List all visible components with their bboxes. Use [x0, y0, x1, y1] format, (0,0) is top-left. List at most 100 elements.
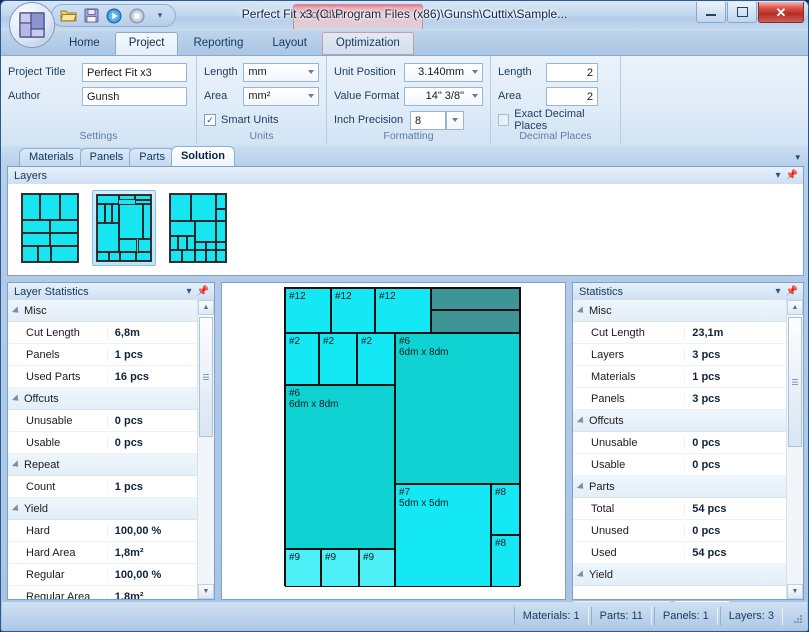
checkbox-smart-units[interactable]: ✓ — [204, 114, 216, 126]
diagram-part[interactable]: #12 — [375, 288, 431, 333]
document-tab-solution[interactable]: Solution — [170, 146, 235, 166]
checkbox-exact-decimal-places[interactable] — [498, 114, 510, 126]
stat-row[interactable]: Hard Area 1,8m² — [8, 542, 198, 564]
scroll-up-icon[interactable]: ▲ — [198, 300, 214, 315]
expand-triangle-icon[interactable] — [11, 459, 22, 470]
combo-length[interactable]: mm — [243, 62, 319, 82]
minimize-button[interactable] — [696, 2, 726, 23]
stat-row[interactable]: Used 54 pcs — [573, 542, 787, 564]
diagram-part[interactable] — [431, 310, 520, 333]
stat-category-row[interactable]: Offcuts — [8, 388, 198, 410]
diagram-part[interactable]: #12 — [285, 288, 331, 333]
stat-row[interactable]: Layers 3 pcs — [573, 344, 787, 366]
inch-precision-dropdown-button[interactable] — [446, 110, 464, 130]
ribbon-tab-project[interactable]: Project — [114, 32, 179, 55]
diagram-part[interactable]: #2 — [319, 333, 357, 385]
combo-unit-position[interactable]: 3.140mm — [404, 62, 483, 82]
expand-triangle-icon[interactable] — [576, 569, 587, 580]
expand-triangle-icon[interactable] — [11, 503, 22, 514]
stat-category-row[interactable]: Yield — [573, 564, 787, 586]
stop-icon[interactable] — [127, 6, 147, 25]
stat-category-row[interactable]: Parts — [573, 476, 787, 498]
application-menu-button[interactable] — [9, 2, 55, 48]
pin-icon[interactable]: 📌 — [785, 170, 799, 181]
stat-category-row[interactable]: Repeat — [8, 454, 198, 476]
layer-thumbnail-1[interactable] — [18, 190, 82, 266]
document-tab-panels[interactable]: Panels — [79, 148, 134, 166]
stat-category-row[interactable]: Offcuts — [573, 410, 787, 432]
maximize-button[interactable] — [727, 2, 757, 23]
scroll-down-icon[interactable]: ▼ — [198, 584, 214, 599]
document-tab-materials[interactable]: Materials — [19, 148, 84, 166]
diagram-part[interactable]: #9 — [359, 549, 395, 587]
stat-row[interactable]: Hard 100,00 % — [8, 520, 198, 542]
diagram-part[interactable]: #8 — [491, 484, 520, 535]
input-inch-precision[interactable]: 8 — [410, 110, 446, 130]
stat-row[interactable]: Cut Length 6,8m — [8, 322, 198, 344]
scrollbar-thumb[interactable]: ☰ — [199, 317, 213, 437]
statistics-scrollbar[interactable]: ▲ ☰ ▼ — [786, 300, 803, 599]
doc-tab-overflow-icon[interactable]: ▾ — [795, 152, 800, 163]
expand-triangle-icon[interactable] — [576, 415, 587, 426]
ribbon-tab-home[interactable]: Home — [55, 32, 114, 55]
ribbon-tab-optimization[interactable]: Optimization — [321, 32, 414, 55]
diagram-part[interactable]: #2 — [285, 333, 319, 385]
input-author[interactable]: Gunsh — [82, 86, 187, 106]
scrollbar-thumb[interactable]: ☰ — [788, 317, 802, 447]
panel-menu-icon[interactable]: ▾ — [771, 286, 785, 297]
stat-category-row[interactable]: Misc — [8, 300, 198, 322]
combo-area[interactable]: mm² — [243, 86, 319, 106]
expand-triangle-icon[interactable] — [576, 481, 587, 492]
qat-dropdown-icon[interactable]: ▾ — [150, 6, 170, 25]
cutting-diagram-panel[interactable]: #12 #12 #12 #2 #2 #2 #6 6dm x 8dm #6 6dm x 8dm #… — [221, 282, 566, 600]
stat-row[interactable]: Unusable 0 pcs — [8, 410, 198, 432]
pin-icon[interactable]: 📌 — [196, 286, 210, 297]
diagram-part[interactable]: #12 — [331, 288, 375, 333]
pin-icon[interactable]: 📌 — [785, 286, 799, 297]
scroll-up-icon[interactable]: ▲ — [787, 300, 803, 315]
document-tab-parts[interactable]: Parts — [129, 148, 175, 166]
diagram-part[interactable] — [431, 288, 520, 310]
expand-triangle-icon[interactable] — [11, 393, 22, 404]
input-area[interactable]: 2 — [546, 86, 598, 106]
input-project-title[interactable]: Perfect Fit x3 — [82, 62, 187, 82]
stat-row[interactable]: Count 1 pcs — [8, 476, 198, 498]
stat-row[interactable]: Unusable 0 pcs — [573, 432, 787, 454]
stat-row[interactable]: Usable 0 pcs — [573, 454, 787, 476]
open-icon[interactable] — [58, 6, 78, 25]
stat-category-row[interactable]: Yield — [8, 498, 198, 520]
diagram-part[interactable]: #9 — [285, 549, 321, 587]
stat-category-row[interactable]: Misc — [573, 300, 787, 322]
close-button[interactable]: ✕ — [758, 2, 804, 23]
stat-row[interactable]: Panels 1 pcs — [8, 344, 198, 366]
panel-menu-icon[interactable]: ▾ — [182, 286, 196, 297]
diagram-part[interactable]: #7 5dm x 5dm — [395, 484, 491, 587]
input-length[interactable]: 2 — [546, 62, 598, 82]
save-icon[interactable] — [81, 6, 101, 25]
stat-row[interactable]: Materials 1 pcs — [573, 366, 787, 388]
diagram-part[interactable]: #2 — [357, 333, 395, 385]
stat-row[interactable]: Cut Length 23,1m — [573, 322, 787, 344]
ribbon-tab-layout[interactable]: Layout — [258, 32, 321, 55]
diagram-part[interactable]: #6 6dm x 8dm — [395, 333, 520, 484]
stat-row[interactable]: Regular 100,00 % — [8, 564, 198, 586]
expand-triangle-icon[interactable] — [11, 305, 22, 316]
panel-menu-icon[interactable]: ▾ — [771, 170, 785, 181]
stat-row[interactable]: Used Parts 16 pcs — [8, 366, 198, 388]
run-icon[interactable] — [104, 6, 124, 25]
stat-row[interactable]: Usable 0 pcs — [8, 432, 198, 454]
layer-thumbnail-2[interactable] — [92, 190, 156, 266]
layer-thumbnail-3[interactable] — [166, 190, 230, 266]
cutting-diagram-canvas[interactable]: #12 #12 #12 #2 #2 #2 #6 6dm x 8dm #6 6dm x 8dm #… — [284, 287, 521, 587]
stat-row[interactable]: Unused 0 pcs — [573, 520, 787, 542]
stat-row[interactable]: Panels 3 pcs — [573, 388, 787, 410]
diagram-part[interactable]: #9 — [321, 549, 359, 587]
combo-value-format[interactable]: 14" 3/8" — [404, 86, 483, 106]
ribbon-tab-reporting[interactable]: Reporting — [179, 32, 257, 55]
layer-statistics-scrollbar[interactable]: ▲ ☰ ▼ — [197, 300, 214, 599]
diagram-part[interactable]: #6 6dm x 8dm — [285, 385, 395, 549]
resize-grip[interactable] — [787, 608, 803, 624]
stat-row[interactable]: Regular Area 1,8m² — [8, 586, 198, 599]
diagram-part[interactable]: #8 — [491, 535, 520, 587]
expand-triangle-icon[interactable] — [576, 305, 587, 316]
